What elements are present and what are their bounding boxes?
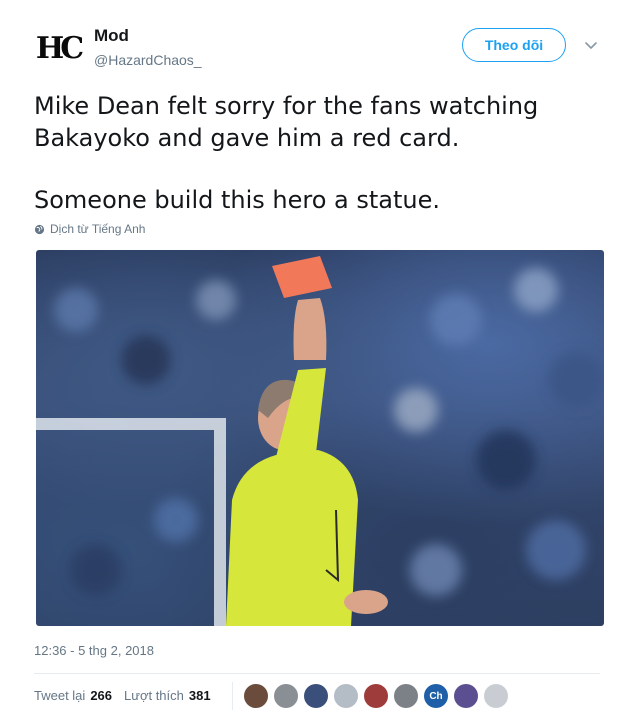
liker-avatar[interactable] [364, 684, 388, 708]
retweets-label: Tweet lại [34, 688, 86, 703]
tweet-line: Someone build this hero a statue. [34, 186, 441, 214]
tweet-stats: Tweet lại 266 Lượt thích 381 [34, 688, 211, 703]
tweet-line: Mike Dean felt sorry for the fans watchi… [34, 92, 539, 152]
liker-avatar[interactable] [394, 684, 418, 708]
liker-avatars: Ch [244, 684, 508, 708]
translate-label: Dịch từ Tiếng Anh [50, 222, 146, 236]
liker-avatar[interactable] [274, 684, 298, 708]
liker-avatar-text: Ch [429, 690, 443, 702]
follow-button[interactable]: Theo dõi [462, 28, 566, 62]
tweet-card: HC Mod @HazardChaos_ Theo dõi Mike Dean … [0, 0, 630, 720]
liker-avatar[interactable]: Ch [424, 684, 448, 708]
tweet-text: Mike Dean felt sorry for the fans watchi… [34, 90, 604, 216]
liker-avatar[interactable] [454, 684, 478, 708]
tweet-timestamp[interactable]: 12:36 - 5 thg 2, 2018 [34, 643, 154, 658]
liker-avatar[interactable] [244, 684, 268, 708]
avatar-text: HC [35, 30, 84, 66]
likes-label: Lượt thích [124, 688, 184, 703]
stats-separator [232, 682, 233, 710]
divider [34, 673, 600, 674]
retweets-stat[interactable]: Tweet lại 266 [34, 688, 112, 703]
author-name[interactable]: Mod [94, 26, 129, 46]
author-handle[interactable]: @HazardChaos_ [94, 52, 202, 68]
chevron-down-icon[interactable] [584, 38, 598, 52]
referee-photo-illustration [36, 256, 604, 626]
likes-stat[interactable]: Lượt thích 381 [124, 688, 211, 703]
avatar[interactable]: HC [35, 26, 84, 70]
liker-avatar[interactable] [334, 684, 358, 708]
liker-avatar[interactable] [484, 684, 508, 708]
likes-count: 381 [188, 688, 211, 703]
globe-icon [34, 224, 45, 234]
liker-avatar[interactable] [304, 684, 328, 708]
translate-link[interactable]: Dịch từ Tiếng Anh [34, 222, 145, 236]
retweets-count: 266 [90, 688, 113, 703]
tweet-photo[interactable] [36, 250, 604, 626]
